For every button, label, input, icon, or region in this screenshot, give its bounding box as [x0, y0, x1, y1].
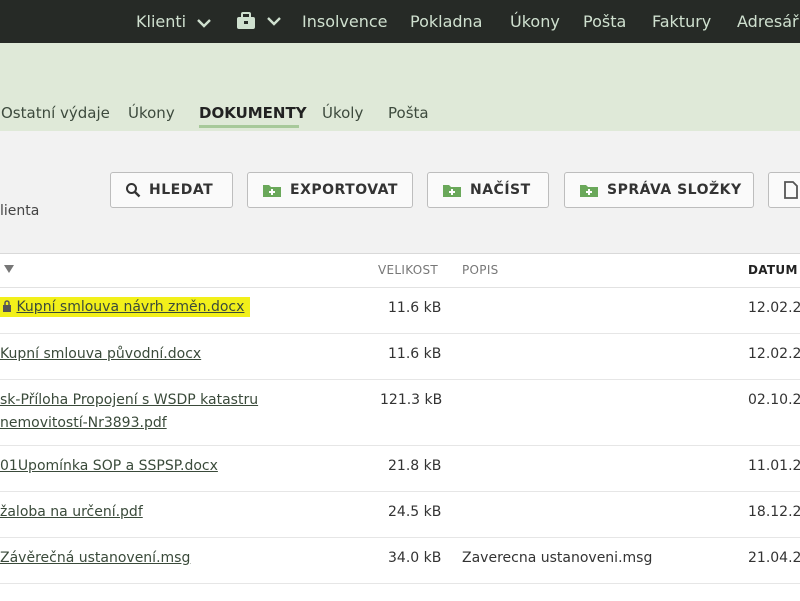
search-icon	[126, 183, 141, 198]
file-link[interactable]: Závěrečná ustanovení.msg	[0, 550, 190, 566]
file-date: 02.10.2	[748, 392, 800, 408]
column-header-description[interactable]: POPIS	[462, 263, 499, 277]
file-link[interactable]: 01Upomínka SOP a SSPSP.docx	[0, 458, 218, 474]
file-date: 12.02.2	[748, 346, 800, 362]
top-nav: Klienti Insolvence Pokladna Úkony Pošta …	[0, 0, 800, 43]
chevron-down-icon	[197, 18, 212, 28]
file-date: 18.12.2	[748, 504, 800, 520]
file-link[interactable]: Kupní smlouva původní.docx	[0, 346, 201, 362]
tab-ukony[interactable]: Úkony	[128, 103, 175, 123]
active-tab-indicator	[199, 125, 299, 128]
file-size: 11.6 kB	[388, 346, 442, 362]
file-size: 24.5 kB	[388, 504, 442, 520]
file-link[interactable]: žaloba na určení.pdf	[0, 504, 143, 520]
document-icon	[784, 181, 798, 199]
file-size: 11.6 kB	[388, 300, 442, 316]
nav-ukony[interactable]: Úkony	[510, 12, 560, 32]
file-link[interactable]: Kupní smlouva návrh změn.docx	[0, 297, 251, 317]
load-button[interactable]: NAČÍST	[427, 172, 549, 208]
folder-management-label: SPRÁVA SLOŽKY	[607, 182, 742, 198]
client-filter-label: lienta	[0, 203, 40, 219]
nav-briefcase[interactable]	[236, 10, 281, 30]
file-size: 121.3 kB	[380, 392, 443, 408]
file-link[interactable]: sk-Příloha Propojení s WSDP katastru	[0, 392, 258, 408]
folder-plus-icon	[263, 185, 281, 197]
table-row	[0, 379, 800, 446]
nav-pokladna[interactable]: Pokladna	[410, 12, 482, 32]
file-link-continuation[interactable]: nemovitostí-Nr3893.pdf	[0, 415, 167, 431]
nav-klienti[interactable]: Klienti	[136, 12, 212, 32]
nav-adresar[interactable]: Adresář	[737, 12, 799, 32]
document-button[interactable]	[768, 172, 800, 208]
column-header-date[interactable]: DATUM	[748, 263, 798, 277]
sort-triangle-icon[interactable]	[4, 265, 14, 273]
export-button-label: EXPORTOVAT	[290, 182, 398, 198]
nav-insolvence[interactable]: Insolvence	[302, 12, 388, 32]
file-description: Zaverecna ustanoveni.msg	[462, 550, 653, 566]
nav-faktury[interactable]: Faktury	[652, 12, 711, 32]
section-tabs: Ostatní výdaje Úkony DOKUMENTY Úkoly Poš…	[0, 103, 800, 129]
briefcase-icon	[237, 11, 255, 29]
tab-ostatni-vydaje[interactable]: Ostatní výdaje	[1, 103, 110, 123]
file-date: 21.04.2	[748, 550, 800, 566]
load-button-label: NAČÍST	[470, 182, 531, 198]
tab-posta[interactable]: Pošta	[388, 103, 429, 123]
file-date: 11.01.2	[748, 458, 800, 474]
file-name: Kupní smlouva návrh změn.docx	[16, 299, 245, 315]
search-button-label: HLEDAT	[149, 182, 214, 198]
column-header-size[interactable]: VELIKOST	[378, 263, 438, 277]
lock-icon	[3, 300, 11, 312]
chevron-down-icon	[267, 16, 281, 26]
folder-plus-icon	[443, 185, 461, 197]
export-button[interactable]: EXPORTOVAT	[247, 172, 413, 208]
tab-ukoly[interactable]: Úkoly	[322, 103, 363, 123]
file-size: 21.8 kB	[388, 458, 442, 474]
nav-klienti-label: Klienti	[136, 12, 187, 31]
search-button[interactable]: HLEDAT	[110, 172, 233, 208]
tab-dokumenty[interactable]: DOKUMENTY	[199, 103, 307, 123]
nav-posta[interactable]: Pošta	[583, 12, 626, 32]
file-size: 34.0 kB	[388, 550, 442, 566]
folder-plus-icon	[580, 185, 598, 197]
folder-management-button[interactable]: SPRÁVA SLOŽKY	[564, 172, 754, 208]
file-date: 12.02.2	[748, 300, 800, 316]
